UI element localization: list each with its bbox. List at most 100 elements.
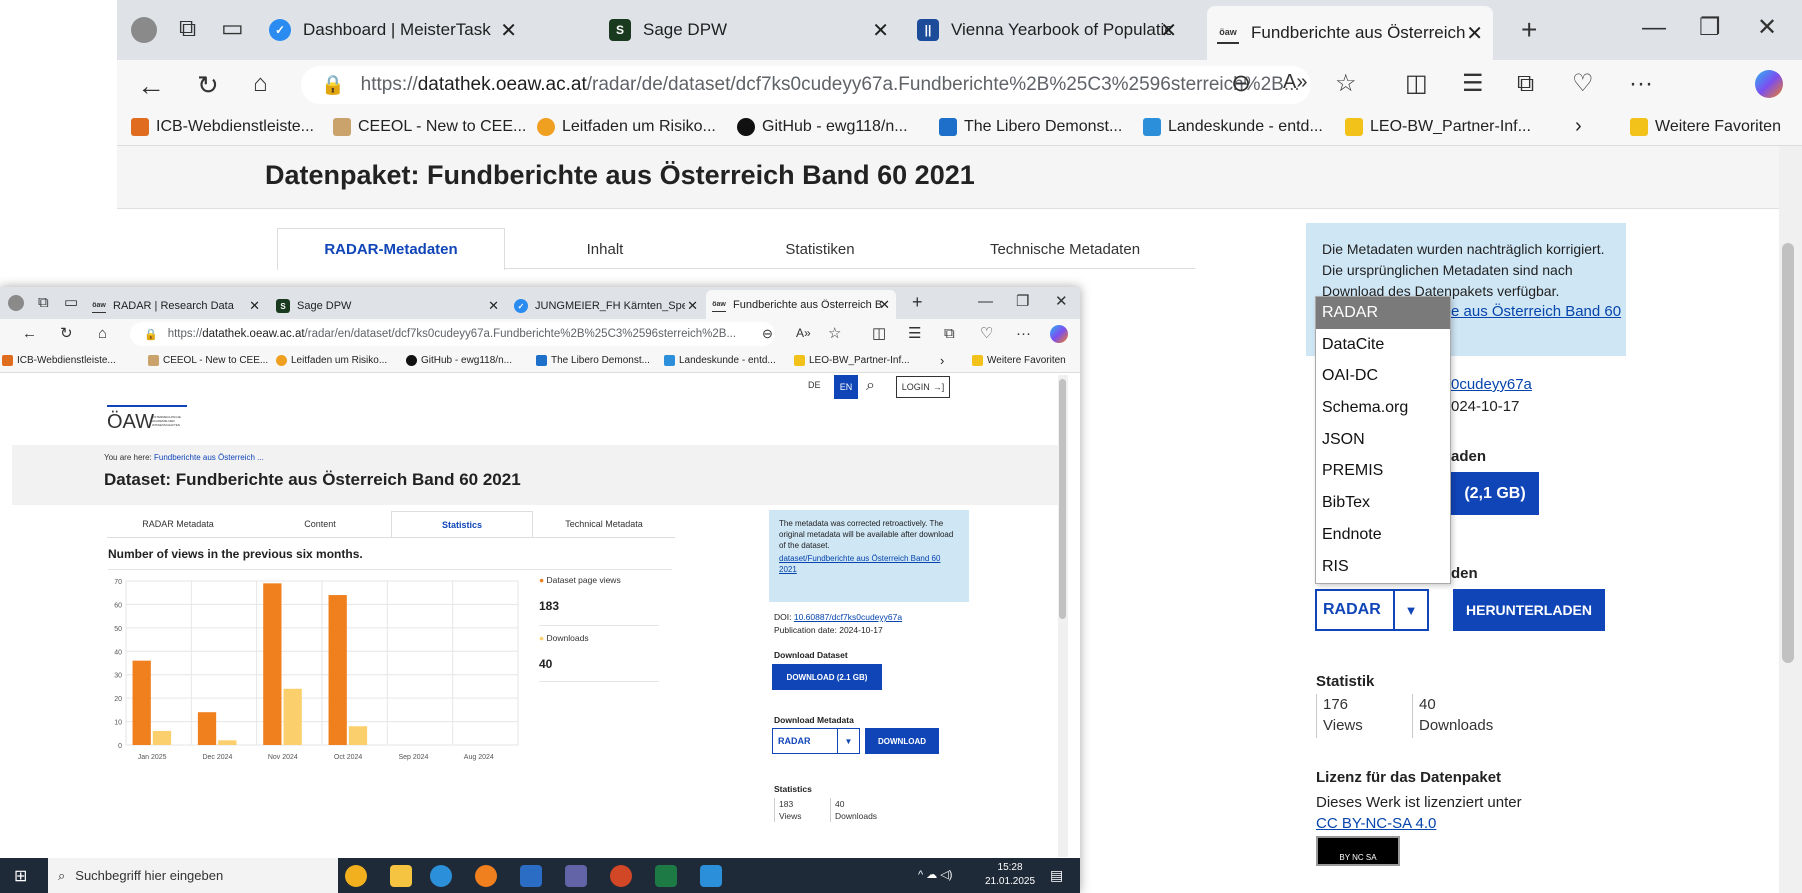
windows-start-icon[interactable]: ⊞: [14, 866, 27, 886]
bookmark[interactable]: Leitfaden um Risiko...: [537, 118, 716, 136]
new-tab-icon[interactable]: +: [1521, 16, 1537, 44]
system-tray-icons[interactable]: ^ ☁ ◁): [918, 868, 952, 881]
excel-icon[interactable]: [655, 865, 677, 887]
firefox-icon[interactable]: [475, 865, 497, 887]
dropdown-option[interactable]: BibTex: [1316, 487, 1450, 519]
tab-meistertask[interactable]: ✓ Dashboard | MeisterTask ✕: [259, 10, 527, 50]
bookmark[interactable]: GitHub - ewg118/n...: [406, 355, 512, 366]
chevron-right-icon[interactable]: ›: [1575, 115, 1582, 138]
tab-vienna-yearbook[interactable]: || Vienna Yearbook of Population F✕: [907, 10, 1187, 50]
bookmark[interactable]: LEO-BW_Partner-Inf...: [1345, 118, 1531, 136]
scrollbar-thumb[interactable]: [1059, 379, 1066, 619]
download-metadata-button[interactable]: DOWNLOAD: [865, 728, 939, 754]
close-icon[interactable]: ✕: [687, 298, 698, 314]
outlook-icon[interactable]: [520, 865, 542, 887]
extensions-icon[interactable]: ♡: [980, 326, 993, 341]
tab-jungmeier[interactable]: ✓ JUNGMEIER_FH Kärnten_Speik_E✕: [508, 293, 704, 319]
split-screen-icon[interactable]: ◫: [872, 326, 886, 341]
oeaw-logo[interactable]: ÖAW: [107, 411, 154, 434]
info-link[interactable]: e aus Österreich Band 60: [1451, 303, 1621, 320]
copilot-icon[interactable]: [1755, 70, 1783, 98]
clock[interactable]: 15:28 21.01.2025: [985, 861, 1035, 889]
dropdown-option[interactable]: Endnote: [1316, 519, 1450, 551]
close-window-icon[interactable]: ✕: [1757, 16, 1777, 40]
tab-sage[interactable]: S Sage DPW ✕: [270, 293, 505, 319]
doi-link[interactable]: 0cudeyy67a: [1451, 376, 1532, 393]
login-button[interactable]: LOGIN →]: [896, 376, 950, 398]
workspaces-icon[interactable]: ⧉: [179, 17, 196, 41]
powerpoint-icon[interactable]: [610, 865, 632, 887]
refresh-icon[interactable]: ↻: [197, 72, 219, 98]
tab-content[interactable]: Content: [249, 511, 391, 537]
herunterladen-button[interactable]: HERUNTERLADEN: [1453, 589, 1605, 631]
back-icon[interactable]: ←: [22, 326, 37, 341]
url-field[interactable]: 🔒 https://datathek.oeaw.ac.at/radar/de/d…: [301, 66, 1311, 104]
metadata-format-dropdown[interactable]: RADAR DataCite OAI-DC Schema.org JSON PR…: [1315, 296, 1451, 584]
bookmark[interactable]: ICB-Webdienstleiste...: [131, 118, 314, 136]
restore-icon[interactable]: ❐: [1699, 16, 1721, 40]
tab-technische-metadaten[interactable]: Technische Metadaten: [935, 228, 1195, 270]
license-link[interactable]: CC BY-NC-SA 4.0: [1316, 815, 1436, 832]
scrollbar-thumb[interactable]: [1782, 243, 1794, 663]
favorite-star-icon[interactable]: ☆: [828, 326, 841, 341]
other-favorites[interactable]: Weitere Favoriten: [1630, 118, 1781, 136]
profile-icon[interactable]: [131, 17, 157, 43]
chevron-down-icon[interactable]: ▼: [1393, 591, 1427, 629]
tab-sage[interactable]: S Sage DPW ✕: [599, 10, 899, 50]
home-icon[interactable]: ⌂: [253, 72, 268, 96]
read-aloud-icon[interactable]: A»: [796, 327, 811, 339]
url-field[interactable]: 🔒 https://datathek.oeaw.ac.at/radar/en/da…: [130, 322, 775, 346]
download-dataset-button[interactable]: (2,1 GB): [1451, 472, 1539, 515]
copilot-icon[interactable]: [1050, 325, 1068, 343]
teams-icon[interactable]: [565, 865, 587, 887]
home-icon[interactable]: ⌂: [98, 326, 107, 341]
workspaces-icon[interactable]: ⧉: [38, 295, 49, 310]
extensions-icon[interactable]: ♡: [1572, 72, 1594, 96]
zoom-icon[interactable]: ⊖: [1231, 72, 1251, 96]
notifications-icon[interactable]: ▤: [1050, 867, 1063, 884]
tab-statistics[interactable]: Statistics: [391, 511, 533, 537]
close-icon[interactable]: ✕: [249, 298, 260, 314]
bookmark[interactable]: The Libero Demonst...: [536, 355, 650, 366]
tab-actions-icon[interactable]: ▭: [221, 17, 244, 41]
restore-icon[interactable]: ❐: [1016, 294, 1029, 309]
lang-en[interactable]: EN: [834, 375, 858, 399]
dropdown-option[interactable]: PREMIS: [1316, 455, 1450, 487]
bookmark[interactable]: CEEOL - New to CEE...: [148, 355, 268, 366]
more-icon[interactable]: ···: [1016, 326, 1031, 341]
tab-actions-icon[interactable]: ▭: [64, 295, 78, 310]
photos-icon[interactable]: [700, 865, 722, 887]
bookmark[interactable]: Landeskunde - entd...: [1143, 118, 1323, 136]
metadata-format-select[interactable]: RADAR ▼: [772, 728, 860, 754]
dropdown-option[interactable]: RIS: [1316, 551, 1450, 583]
tab-technical-metadata[interactable]: Technical Metadata: [533, 511, 675, 537]
dropdown-option[interactable]: DataCite: [1316, 329, 1450, 361]
favorites-list-icon[interactable]: ☰: [908, 326, 921, 341]
close-icon[interactable]: ✕: [500, 18, 517, 43]
tab-fundberichte[interactable]: öaw Fundberichte aus Österreich Ban✕: [1207, 6, 1493, 60]
collections-icon[interactable]: ⧉: [1517, 72, 1534, 96]
search-icon[interactable]: ⌕: [866, 377, 875, 395]
bookmark[interactable]: ICB-Webdienstleiste...: [2, 355, 116, 366]
close-icon[interactable]: ✕: [1466, 21, 1483, 46]
favorite-star-icon[interactable]: ☆: [1335, 72, 1357, 96]
tab-inhalt[interactable]: Inhalt: [505, 228, 705, 270]
tab-radar[interactable]: öaw RADAR | Research Data ✕: [86, 293, 266, 319]
chevron-right-icon[interactable]: ›: [940, 353, 944, 368]
close-window-icon[interactable]: ✕: [1055, 294, 1068, 309]
breadcrumb-link[interactable]: Fundberichte aus Österreich ...: [154, 453, 264, 462]
tab-radar-metadaten[interactable]: RADAR-Metadaten: [277, 228, 505, 270]
profile-icon[interactable]: [8, 295, 24, 311]
close-icon[interactable]: ✕: [879, 297, 890, 313]
bookmark[interactable]: LEO-BW_Partner-Inf...: [794, 355, 910, 366]
bookmark[interactable]: Leitfaden um Risiko...: [276, 355, 387, 366]
edge-icon[interactable]: [430, 865, 452, 887]
minimize-icon[interactable]: —: [978, 294, 993, 309]
bookmark[interactable]: Landeskunde - entd...: [664, 355, 776, 366]
dropdown-option[interactable]: Schema.org: [1316, 392, 1450, 424]
taskbar-search[interactable]: ⌕ Suchbegriff hier eingeben: [48, 858, 338, 893]
tab-statistiken[interactable]: Statistiken: [705, 228, 935, 270]
dropdown-option[interactable]: JSON: [1316, 424, 1450, 456]
bookmark[interactable]: CEEOL - New to CEE...: [333, 118, 526, 136]
split-screen-icon[interactable]: ◫: [1405, 72, 1428, 96]
